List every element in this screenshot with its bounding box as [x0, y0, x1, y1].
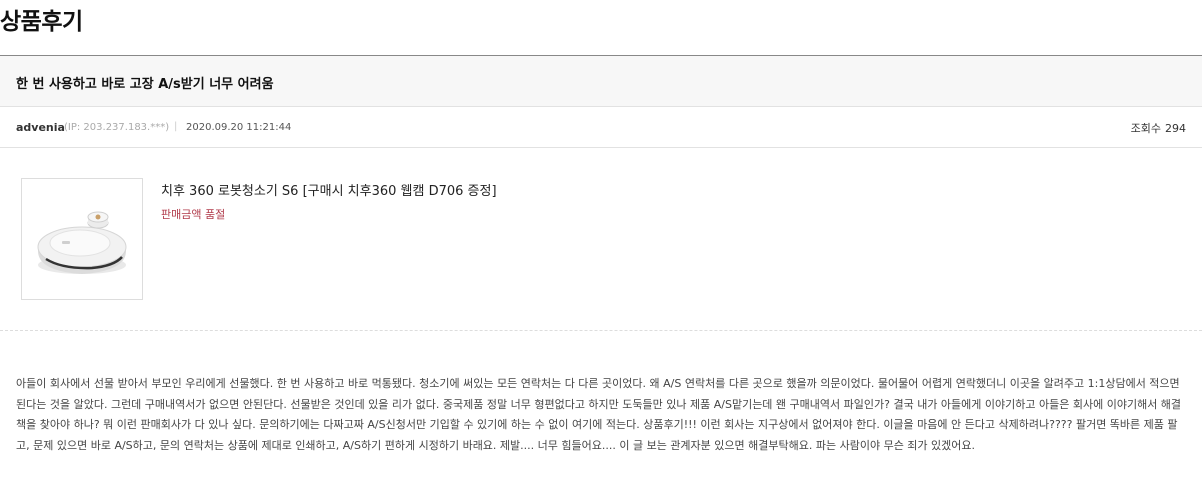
product-thumbnail-link[interactable]	[21, 178, 143, 300]
views-label: 조회수	[1130, 122, 1161, 135]
review-subject-bar: 한 번 사용하고 바로 고장 A/s받기 너무 어려움	[0, 55, 1202, 107]
review-meta-bar: advenia (IP: 203.237.183.***) | 2020.09.…	[0, 107, 1202, 148]
review-author: advenia	[16, 121, 65, 134]
page-title: 상품후기	[0, 9, 83, 35]
product-name-link[interactable]: 치후 360 로봇청소기 S6 [구매시 치후360 웹캠 D706 증정]	[161, 180, 497, 199]
review-body-text: 아들이 회사에서 선물 받아서 부모인 우리에게 선물했다. 한 번 사용하고 …	[16, 377, 1182, 452]
content-divider	[0, 330, 1202, 331]
meta-separator: |	[174, 121, 178, 132]
review-subject: 한 번 사용하고 바로 고장 A/s받기 너무 어려움	[16, 77, 274, 92]
views-count: 294	[1165, 122, 1186, 135]
product-price-status: 판매금액 품절	[161, 208, 226, 221]
review-author-ip: (IP: 203.237.183.***)	[64, 122, 170, 133]
review-views: 조회수 294	[1131, 120, 1186, 136]
robot-vacuum-image	[37, 211, 127, 274]
review-date: 2020.09.20 11:21:44	[186, 122, 292, 133]
